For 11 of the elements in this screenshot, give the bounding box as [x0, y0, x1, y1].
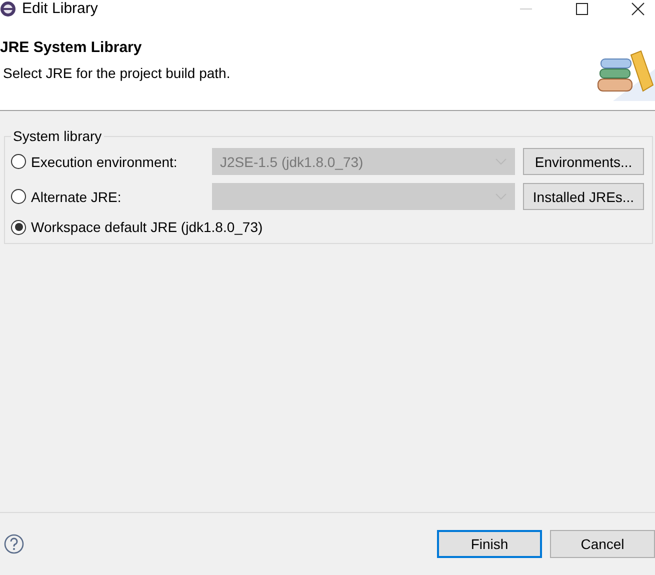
- page-description: Select JRE for the project build path.: [3, 65, 230, 81]
- group-label: System library: [12, 128, 103, 144]
- radio-label[interactable]: Alternate JRE:: [31, 188, 122, 204]
- radio-label[interactable]: Workspace default JRE (jdk1.8.0_73): [31, 219, 263, 235]
- page-title: JRE System Library: [0, 39, 143, 56]
- side-button[interactable]: Installed JREs...: [523, 183, 644, 210]
- side-button[interactable]: Environments...: [523, 148, 644, 175]
- dialog-button[interactable]: Finish: [437, 530, 542, 558]
- dialog-button[interactable]: Cancel: [550, 530, 655, 558]
- radio-label[interactable]: Execution environment:: [31, 154, 178, 170]
- window-title: Edit Library: [22, 0, 98, 17]
